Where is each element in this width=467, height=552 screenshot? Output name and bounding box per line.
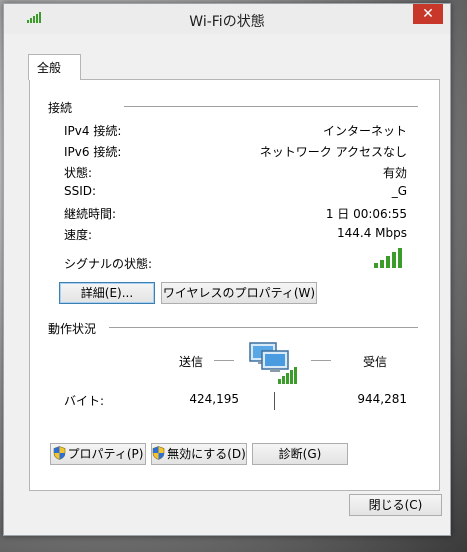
network-computers-icon — [249, 342, 297, 384]
ipv4-label: IPv4 接続: — [64, 124, 122, 138]
speed-value: 144.4 Mbps — [336, 226, 407, 240]
bytes-received-value: 944,281 — [357, 392, 407, 406]
section-divider — [124, 106, 418, 107]
close-icon[interactable]: ✕ — [413, 4, 443, 24]
diagnose-button[interactable]: 診断(G) — [252, 443, 348, 465]
ipv4-value: インターネット — [322, 124, 407, 138]
sent-line — [214, 360, 234, 361]
title-bar[interactable]: Wi-Fiの状態 ✕ — [4, 4, 450, 34]
section-divider — [109, 327, 418, 328]
ssid-value: _G — [391, 184, 407, 198]
details-button[interactable]: 詳細(E)... — [59, 282, 155, 304]
signal-label: シグナルの状態: — [64, 257, 153, 271]
activity-heading: 動作状況 — [48, 322, 97, 336]
disable-button-label: 無効にする(D) — [167, 447, 246, 461]
bytes-sent-value: 424,195 — [189, 392, 239, 406]
speed-label: 速度: — [64, 228, 93, 242]
duration-label: 継続時間: — [64, 207, 117, 221]
ssid-label: SSID: — [64, 184, 97, 198]
activity-divider — [274, 392, 275, 410]
uac-shield-icon — [53, 446, 65, 460]
ipv6-value: ネットワーク アクセスなし — [259, 145, 407, 159]
disable-button[interactable]: 無効にする(D) — [151, 443, 247, 465]
properties-button-label: プロパティ(P) — [67, 447, 144, 461]
ipv6-label: IPv6 接続: — [64, 145, 122, 159]
close-button[interactable]: 閉じる(C) — [349, 494, 442, 516]
received-line — [311, 360, 331, 361]
general-panel: 接続 IPv4 接続: インターネット IPv6 接続: ネットワーク アクセス… — [29, 79, 440, 491]
sent-label: 送信 — [179, 355, 204, 369]
connection-heading: 接続 — [48, 101, 73, 115]
signal-strength-icon — [374, 248, 402, 268]
uac-shield-icon — [152, 446, 165, 460]
wifi-status-dialog: Wi-Fiの状態 ✕ 全般 接続 IPv4 接続: インターネット IPv6 接… — [3, 3, 451, 536]
properties-button[interactable]: プロパティ(P) — [50, 443, 146, 465]
tab-general[interactable]: 全般 — [28, 54, 81, 80]
duration-value: 1 日 00:06:55 — [325, 207, 407, 221]
state-value: 有効 — [382, 166, 407, 180]
bytes-label: バイト: — [64, 394, 105, 408]
received-label: 受信 — [363, 355, 388, 369]
window-title: Wi-Fiの状態 — [189, 14, 265, 30]
wireless-properties-button[interactable]: ワイヤレスのプロパティ(W) — [161, 282, 317, 304]
state-label: 状態: — [64, 166, 93, 180]
